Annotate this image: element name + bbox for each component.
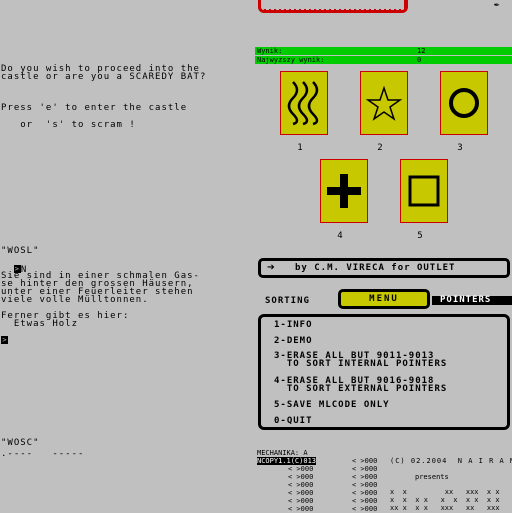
cursor-icon: > bbox=[1, 336, 8, 344]
arrow-right-icon: ➔ bbox=[267, 260, 275, 275]
dir-entry: < >000 bbox=[352, 489, 378, 497]
credit-bar: ➔ by C.M. VIRECA for OUTLET bbox=[258, 258, 510, 278]
desc-line-4: viele volle Mülltonnen. bbox=[1, 295, 149, 305]
dir-entry: < >000 bbox=[288, 481, 314, 489]
logo-art-line: x x x x x x x x x x bbox=[390, 496, 500, 504]
score-value: 12 bbox=[417, 47, 426, 55]
pointers-label: POINTERS bbox=[432, 296, 512, 305]
dir-entry: < >000 bbox=[352, 497, 378, 505]
credit-text: by C.M. VIRECA for OUTLET bbox=[295, 263, 456, 273]
sorting-label: SORTING bbox=[265, 296, 310, 306]
circle-icon bbox=[449, 88, 479, 118]
menu-panel bbox=[258, 314, 510, 430]
menu-item-save[interactable]: 5-SAVE MLCODE ONLY bbox=[274, 400, 390, 410]
ncopy-label: NCOPY1.1(C)013 bbox=[257, 457, 317, 465]
or-line: or 's' to scram ! bbox=[1, 120, 136, 130]
wosc-line: .---- ----- bbox=[1, 449, 85, 459]
copyright-text: (C) 02.2004 N A I R A N bbox=[390, 457, 512, 465]
dir-entry: < >000 bbox=[288, 497, 314, 505]
dir-column-1: < >000 < >000 < >000 < >000 < >000 < >00… bbox=[288, 465, 313, 513]
plus-icon bbox=[327, 174, 361, 208]
press-line: Press 'e' to enter the castle bbox=[1, 103, 188, 113]
card-circle[interactable] bbox=[440, 71, 488, 135]
card-number-3: 3 bbox=[457, 143, 463, 153]
chain-inner bbox=[262, 0, 404, 9]
card-number-4: 4 bbox=[337, 231, 343, 241]
card-number-5: 5 bbox=[417, 231, 423, 241]
quill-icon: ✒ bbox=[494, 0, 501, 10]
dir-entry: < >000 bbox=[352, 481, 378, 489]
menu-item-quit[interactable]: 0-QUIT bbox=[274, 416, 313, 426]
card-number-2: 2 bbox=[377, 143, 383, 153]
menu-button[interactable]: MENU bbox=[338, 289, 430, 309]
item-line: Etwas Holz bbox=[1, 319, 79, 329]
logo-art: x x xx xxx x x x x x x x x x x x x xx x … bbox=[390, 488, 500, 512]
card-waves[interactable] bbox=[280, 71, 328, 135]
dir-column-2: < >000 < >000 < >000 < >000 < >000 < >00… bbox=[352, 457, 377, 513]
card-number-1: 1 bbox=[297, 143, 303, 153]
wosc-title: "WOSC" bbox=[1, 438, 40, 448]
score-label: Wynik: bbox=[257, 47, 283, 55]
score-row: Wynik: 12 bbox=[255, 47, 512, 55]
logo-art-line: x x xx xxx x x bbox=[390, 488, 500, 496]
mechanika-label: MECHANIKA: A bbox=[257, 449, 308, 457]
card-star[interactable] bbox=[360, 71, 408, 135]
hi-score-value: 0 bbox=[417, 56, 422, 64]
menu-item-info[interactable]: 1-INFO bbox=[274, 320, 313, 330]
dir-entry: < >000 bbox=[352, 457, 378, 465]
prompt-line-2: castle or are you a SCAREDY BAT? bbox=[1, 72, 207, 82]
menu-item-erase-external-sub: TO SORT EXTERNAL POINTERS bbox=[274, 384, 448, 394]
hi-score-row: Najwyzszy wynik: 0 bbox=[255, 56, 512, 64]
star-icon bbox=[365, 85, 403, 121]
dir-entry: < >000 bbox=[288, 465, 314, 473]
dir-entry: < >000 bbox=[288, 489, 314, 497]
hi-score-label: Najwyzszy wynik: bbox=[257, 56, 325, 64]
menu-item-erase-internal-sub: TO SORT INTERNAL POINTERS bbox=[274, 359, 448, 369]
presents-text: presents bbox=[415, 473, 449, 481]
dir-entry: < >000 bbox=[352, 473, 378, 481]
card-square[interactable] bbox=[400, 159, 448, 223]
square-icon bbox=[408, 175, 440, 207]
waves-icon bbox=[287, 81, 319, 126]
dir-entry: < >000 bbox=[288, 473, 314, 481]
menu-button-label: MENU bbox=[369, 294, 399, 304]
card-plus[interactable] bbox=[320, 159, 368, 223]
prompt-cursor[interactable]: > bbox=[1, 336, 8, 355]
dir-entry: < >000 bbox=[352, 465, 378, 473]
logo-art-line: xx x x x xxx xx xxx bbox=[390, 504, 500, 512]
menu-item-demo[interactable]: 2-DEMO bbox=[274, 336, 313, 346]
